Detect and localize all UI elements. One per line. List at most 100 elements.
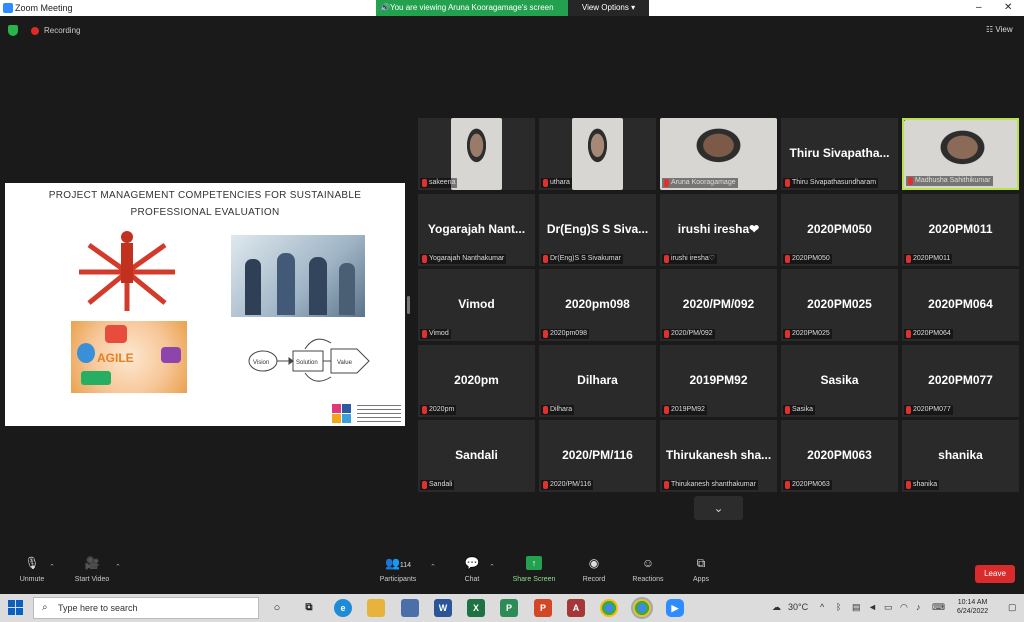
participant-label-text: Dr(Eng)S S Sivakumar (550, 255, 621, 262)
muted-mic-icon (543, 330, 548, 338)
participant-tile[interactable]: 2020PM011 2020PM011 (902, 194, 1019, 266)
participant-tile[interactable]: Dr(Eng)S S Siva... Dr(Eng)S S Sivakumar (539, 194, 656, 266)
participant-tile[interactable]: Thirukanesh sha... Thirukanesh shanthakum… (660, 420, 777, 492)
participant-name-label: irushi iresha♡ (662, 254, 718, 264)
participant-tile[interactable]: irushi iresha❤ irushi iresha♡ (660, 194, 777, 266)
chrome-active-icon[interactable] (631, 597, 653, 619)
battery-icon[interactable]: ▭ (884, 602, 893, 613)
zoom-taskbar-icon[interactable]: ▶ (666, 599, 684, 617)
participant-tile[interactable]: Dilhara Dilhara (539, 345, 656, 417)
record-icon: ◉ (588, 556, 600, 570)
participant-tile[interactable]: sakeena (418, 118, 535, 190)
network-icon[interactable]: ▤ (852, 602, 861, 613)
share-screen-button[interactable]: ↑ Share Screen (502, 556, 566, 583)
muted-mic-icon (785, 330, 790, 338)
file-explorer-icon[interactable] (367, 599, 385, 617)
audio-options-caret[interactable]: ⌃ (49, 563, 55, 571)
excel-icon[interactable]: X (467, 599, 485, 617)
participant-label-text: 2019PM92 (671, 406, 705, 413)
volume-icon[interactable]: ◄ (868, 602, 877, 612)
edge-browser-icon[interactable]: e (334, 599, 352, 617)
participant-tile[interactable]: Aruna Kooragamage (660, 118, 777, 190)
powerpoint-icon[interactable]: P (534, 599, 552, 617)
video-options-caret[interactable]: ⌃ (115, 563, 121, 571)
participant-tile[interactable]: 2019PM92 2019PM92 (660, 345, 777, 417)
flow-label-vision: Vision (253, 360, 269, 366)
leave-button[interactable]: Leave (975, 565, 1015, 583)
chat-options-caret[interactable]: ⌃ (489, 563, 495, 571)
participant-tile[interactable]: Sasika Sasika (781, 345, 898, 417)
participant-label-text: Thiru Sivapathasundharam (792, 179, 877, 186)
participant-tile[interactable]: 2020PM077 2020PM077 (902, 345, 1019, 417)
language-icon[interactable]: ⌨ (932, 602, 945, 613)
participant-label-text: Vimod (429, 330, 449, 337)
participant-tile[interactable]: 2020/PM/092 2020/PM/092 (660, 269, 777, 341)
participant-name-label: Madhusha Sahithikumar (906, 176, 993, 186)
participant-tile[interactable]: uthara (539, 118, 656, 190)
participant-display-name: Dilhara (577, 373, 618, 387)
taskbar-clock[interactable]: 10:14 AM 6/24/2022 (957, 598, 988, 616)
participants-options-caret[interactable]: ⌃ (430, 563, 436, 571)
shield-icon[interactable] (8, 25, 18, 36)
participant-tile[interactable]: shanika shanika (902, 420, 1019, 492)
participant-tile[interactable]: 2020PM025 2020PM025 (781, 269, 898, 341)
participant-label-text: 2020pm (429, 406, 455, 413)
reactions-icon: ☺ (641, 556, 655, 570)
participant-tile[interactable]: 2020PM063 2020PM063 (781, 420, 898, 492)
windows-start-icon[interactable] (8, 600, 24, 616)
participant-tile[interactable]: Sandali Sandali (418, 420, 535, 492)
participant-label-text: Yogarajah Nanthakumar (429, 255, 505, 262)
status-bar: Recording ☷ View (0, 16, 1024, 46)
notifications-icon[interactable]: ▢ (1008, 602, 1017, 613)
zoom-app-icon (3, 3, 13, 13)
view-options-button[interactable]: View Options ▾ (568, 0, 649, 16)
participant-tile[interactable]: Vimod Vimod (418, 269, 535, 341)
participant-label-text: 2020/PM/092 (671, 330, 713, 337)
project-icon[interactable]: P (500, 599, 518, 617)
access-icon[interactable]: A (567, 599, 585, 617)
cortana-icon[interactable]: ○ (268, 599, 286, 617)
participant-name-label: Vimod (420, 329, 451, 339)
chrome-icon[interactable] (600, 599, 618, 617)
participant-tile[interactable]: Thiru Sivapatha... Thiru Sivapathasundhar… (781, 118, 898, 190)
participant-name-label: 2020PM011 (904, 254, 953, 264)
task-view-icon[interactable]: ⧉ (300, 599, 318, 617)
participant-label-text: Thirukanesh shanthakumar (671, 481, 756, 488)
reactions-label: Reactions (632, 576, 664, 583)
close-icon[interactable]: ✕ (1004, 2, 1012, 13)
participant-tile[interactable]: 2020PM050 2020PM050 (781, 194, 898, 266)
participant-tile[interactable]: 2020pm098 2020pm098 (539, 269, 656, 341)
participant-tile[interactable]: 2020PM064 2020PM064 (902, 269, 1019, 341)
next-page-button[interactable]: ⌄ (694, 496, 743, 520)
participant-name-label: 2020PM063 (783, 480, 832, 490)
bluetooth-icon[interactable]: ᛒ (836, 602, 841, 612)
search-icon: ⌕ (42, 602, 48, 613)
participant-label-text: Dilhara (550, 406, 573, 413)
participant-display-name: Sasika (820, 373, 859, 387)
word-icon[interactable]: W (434, 599, 452, 617)
participant-display-name: 2020PM077 (928, 373, 993, 387)
speaker-tray-icon[interactable]: ♪ (916, 602, 921, 612)
muted-mic-icon (664, 179, 669, 187)
view-button[interactable]: ☷ View (986, 25, 1013, 34)
temperature-text: 30°C (788, 602, 809, 612)
recording-icon (31, 27, 39, 35)
minimize-icon[interactable]: – (976, 2, 982, 13)
participant-label-text: Aruna Kooragamage (671, 179, 736, 186)
taskbar-search-input[interactable]: ⌕ Type here to search (33, 597, 259, 619)
participant-tile[interactable]: Madhusha Sahithikumar (902, 118, 1019, 190)
directions-arrows-image (79, 231, 175, 311)
business-team-photo (231, 235, 365, 317)
store-icon[interactable] (401, 599, 419, 617)
participant-tile[interactable]: Yogarajah Nant... Yogarajah Nanthakumar (418, 194, 535, 266)
panel-splitter-handle[interactable] (407, 296, 410, 314)
tray-chevron-up-icon[interactable]: ^ (820, 602, 824, 612)
participant-tile[interactable]: 2020pm 2020pm (418, 345, 535, 417)
muted-mic-icon (785, 179, 790, 187)
participants-button[interactable]: 👥114 Participants (366, 556, 430, 583)
participant-display-name: Thiru Sivapatha... (789, 146, 890, 160)
wifi-icon[interactable]: ◠ (900, 602, 908, 613)
apps-button[interactable]: ⧉ Apps (669, 556, 733, 583)
participant-tile[interactable]: 2020/PM/116 2020/PM/116 (539, 420, 656, 492)
participant-name-label: Dilhara (541, 405, 575, 415)
